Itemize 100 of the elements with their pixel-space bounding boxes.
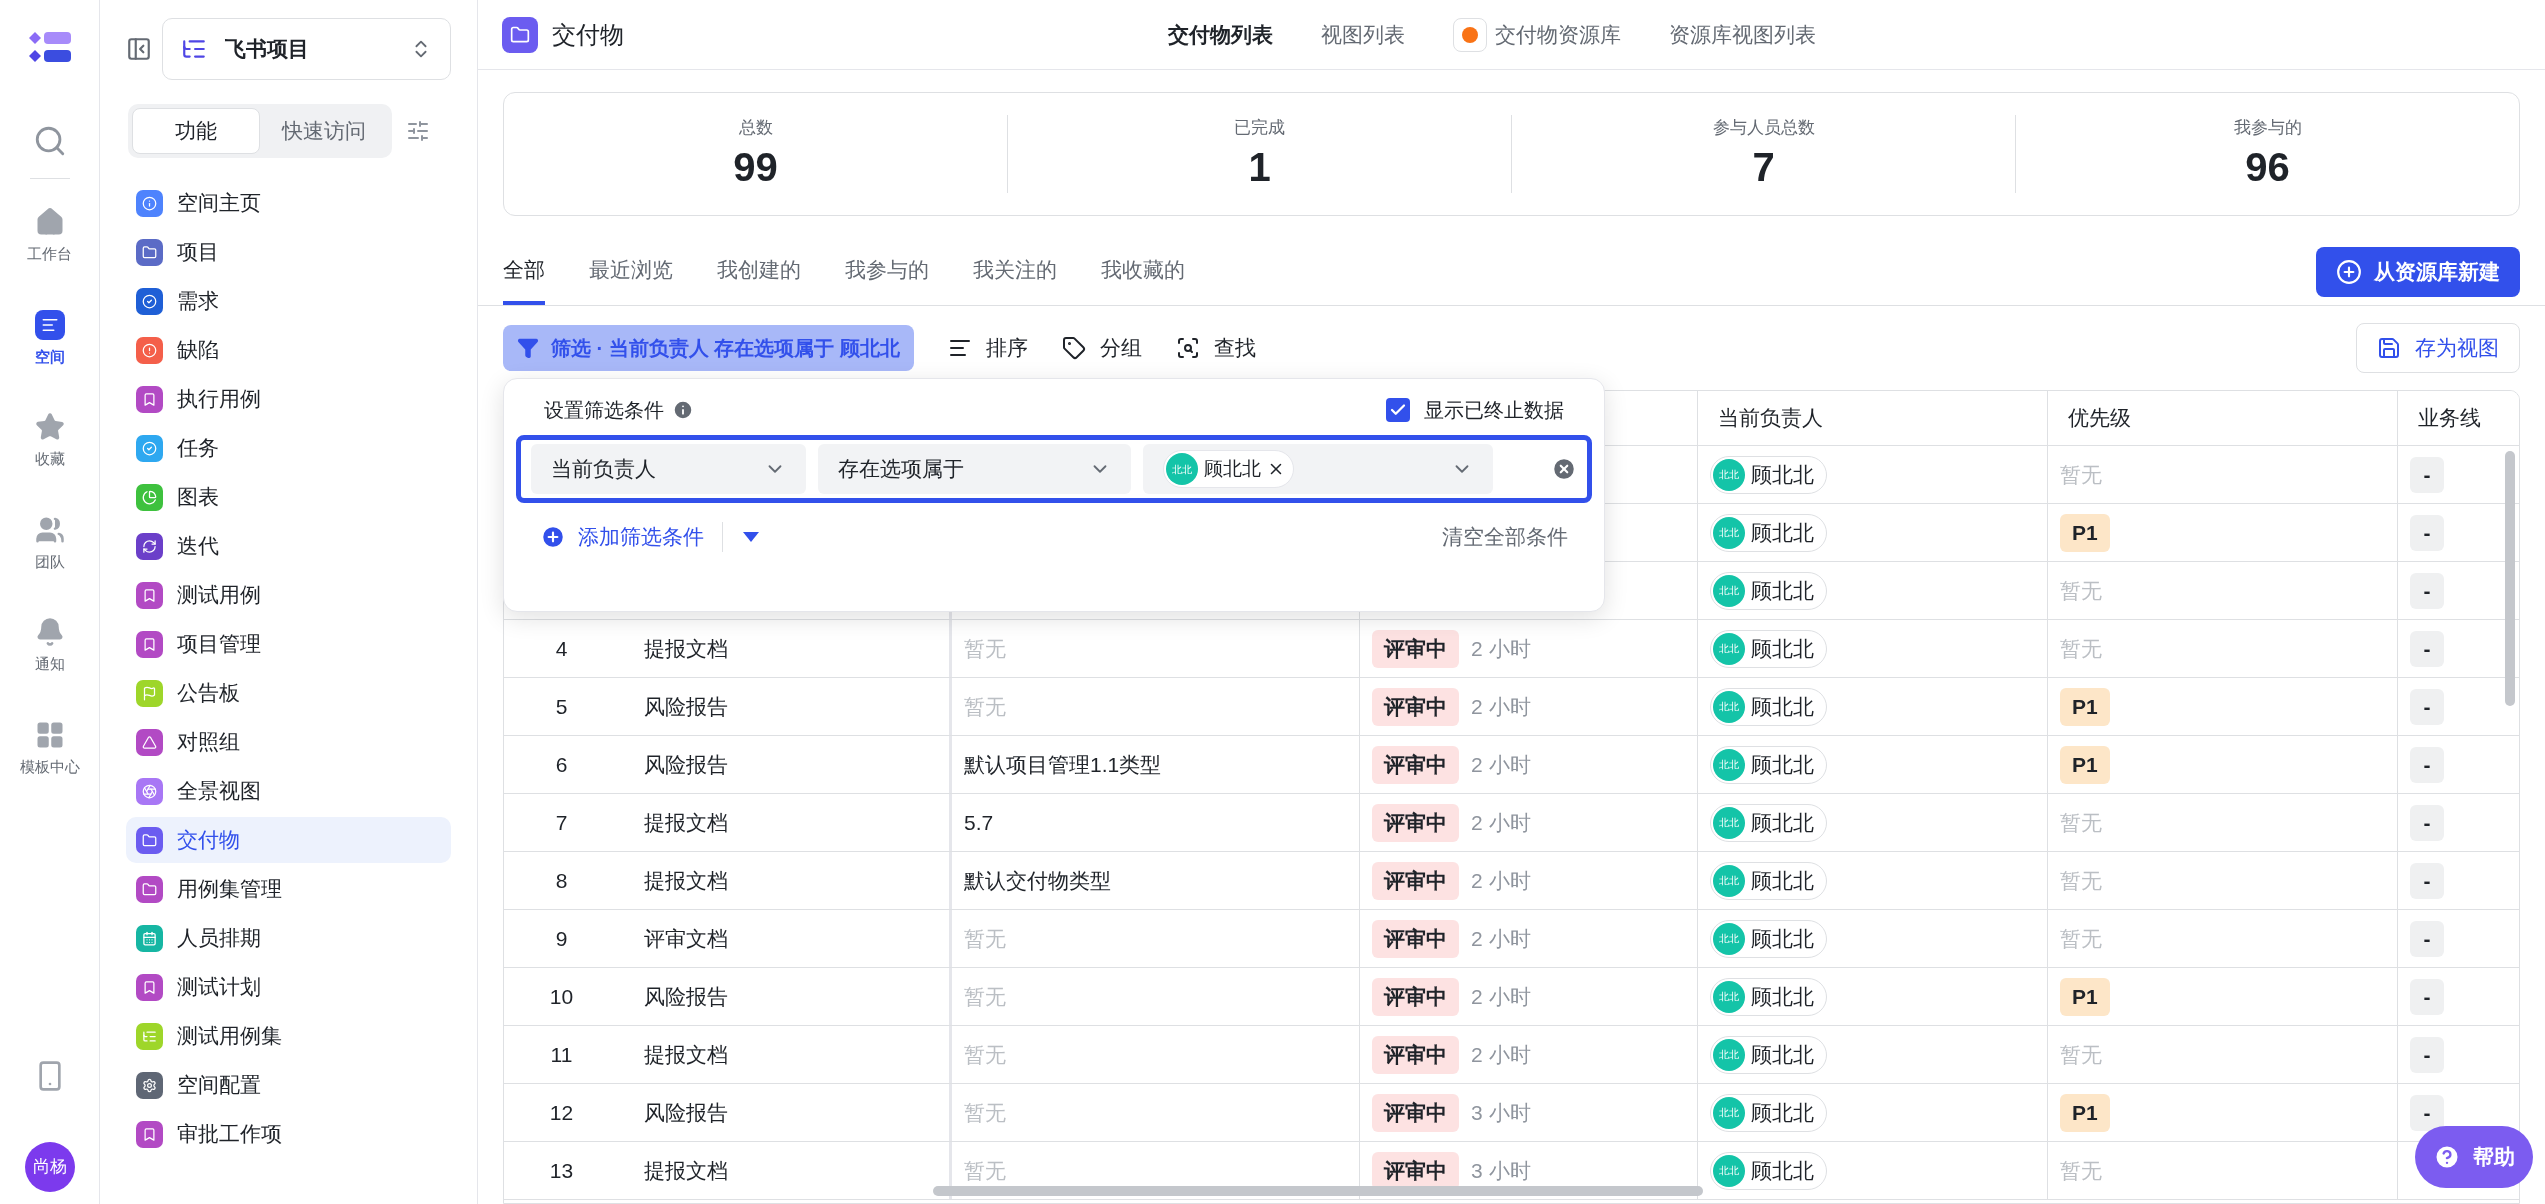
priority-empty: 暂无 <box>2060 867 2102 894</box>
table-cell-text: 提报文档 <box>644 809 728 836</box>
table-cell-text: 暂无 <box>964 693 1006 720</box>
settings-icon[interactable] <box>406 119 430 143</box>
nav-item[interactable]: 执行用例 <box>126 376 451 422</box>
popup-title: 设置筛选条件 <box>544 398 664 423</box>
nav-item[interactable]: 审批工作项 <box>126 1111 451 1157</box>
user-avatar: 北北 <box>1713 632 1745 665</box>
nav-item[interactable]: 需求 <box>126 278 451 324</box>
stat-label: 总数 <box>738 117 773 140</box>
row-number: 6 <box>555 751 568 778</box>
priority-empty: 暂无 <box>2060 577 2102 604</box>
nav-item[interactable]: 迭代 <box>126 523 451 569</box>
stat-value: 99 <box>733 143 778 191</box>
add-filter-button[interactable]: 添加筛选条件 <box>540 521 704 553</box>
row-number: 12 <box>549 1099 574 1126</box>
nav-item[interactable]: 用例集管理 <box>126 866 451 912</box>
user-avatar: 北北 <box>1713 458 1745 491</box>
nav-item[interactable]: 缺陷 <box>126 327 451 373</box>
toolbar-button[interactable]: 排序 <box>947 332 1028 364</box>
status-tag: 评审中 <box>1372 861 1459 900</box>
vertical-scrollbar[interactable] <box>2505 451 2515 706</box>
view-tab[interactable]: 我收藏的 <box>1101 238 1185 305</box>
show-terminated-checkbox[interactable]: 显示已终止数据 <box>1386 395 1564 425</box>
row-number: 4 <box>555 635 568 662</box>
column-header: 当前负责人 <box>1697 391 2047 445</box>
delete-condition-icon[interactable] <box>1551 456 1577 482</box>
user-avatar: 北北 <box>1713 1038 1745 1071</box>
view-tab[interactable]: 最近浏览 <box>589 238 673 305</box>
header-tab[interactable]: 视图列表 <box>1321 18 1405 51</box>
toolbar-button[interactable]: 分组 <box>1061 332 1142 364</box>
nav-item[interactable]: 图表 <box>126 474 451 520</box>
header-tab[interactable]: 交付物列表 <box>1168 18 1273 51</box>
user-avatar: 北北 <box>1713 980 1745 1013</box>
nav-item[interactable]: 全景视图 <box>126 768 451 814</box>
segment-tab[interactable]: 功能 <box>132 108 260 154</box>
nav-item[interactable]: 人员排期 <box>126 915 451 961</box>
nav-item[interactable]: 测试用例集 <box>126 1013 451 1059</box>
business-tag: - <box>2410 688 2444 725</box>
field-select[interactable]: 当前负责人 <box>531 444 806 494</box>
user-avatar: 北北 <box>1166 453 1198 485</box>
rail-item[interactable]: 团队 <box>4 506 95 581</box>
collapse-icon[interactable] <box>126 36 152 62</box>
save-view-button[interactable]: 存为视图 <box>2356 323 2520 373</box>
table-cell-text: 提报文档 <box>644 635 728 662</box>
horizontal-scrollbar[interactable] <box>933 1186 1703 1196</box>
priority-empty: 暂无 <box>2060 1041 2102 1068</box>
nav-item[interactable]: 空间主页 <box>126 180 451 226</box>
header-tab[interactable]: 交付物资源库 <box>1453 17 1621 52</box>
stat-value: 1 <box>1248 143 1271 191</box>
dropdown-icon[interactable] <box>741 529 761 544</box>
table-cell-text: 暂无 <box>964 1157 1006 1184</box>
segment-tab[interactable]: 快速访问 <box>260 108 388 154</box>
header-tab[interactable]: 资源库视图列表 <box>1669 18 1816 51</box>
priority-empty: 暂无 <box>2060 461 2102 488</box>
help-button[interactable]: 帮助 <box>2415 1126 2533 1188</box>
value-select[interactable]: 北北 顾北北 <box>1143 444 1493 494</box>
rail-item[interactable]: 通知 <box>4 609 95 684</box>
view-tab[interactable]: 全部 <box>503 238 545 305</box>
table-cell-text: 提报文档 <box>644 867 728 894</box>
duration-text: 2 小时 <box>1471 867 1531 894</box>
view-tab[interactable]: 我创建的 <box>717 238 801 305</box>
folder-icon <box>502 16 538 53</box>
nav-item[interactable]: 交付物 <box>126 817 451 863</box>
business-tag: - <box>2410 572 2444 609</box>
clear-conditions-button[interactable]: 清空全部条件 <box>1442 521 1568 553</box>
row-number: 9 <box>555 925 568 952</box>
nav-item[interactable]: 测试计划 <box>126 964 451 1010</box>
rail-item[interactable]: 收藏 <box>4 404 95 479</box>
business-tag: - <box>2410 804 2444 841</box>
row-number: 7 <box>555 809 568 836</box>
space-icon <box>34 309 65 340</box>
nav-item[interactable]: 对照组 <box>126 719 451 765</box>
view-tab[interactable]: 我关注的 <box>973 238 1057 305</box>
toolbar-button[interactable]: 查找 <box>1175 332 1256 364</box>
rail-item[interactable]: 空间 <box>4 301 95 376</box>
nav-item[interactable]: 测试用例 <box>126 572 451 618</box>
rail-item[interactable]: 工作台 <box>4 199 95 274</box>
status-tag: 评审中 <box>1372 919 1459 958</box>
business-tag: - <box>2410 920 2444 957</box>
nav-item[interactable]: 任务 <box>126 425 451 471</box>
duration-text: 2 小时 <box>1471 1041 1531 1068</box>
new-from-library-button[interactable]: 从资源库新建 <box>2316 246 2520 297</box>
rail-icon <box>34 412 65 442</box>
nav-item[interactable]: 公告板 <box>126 670 451 716</box>
project-selector[interactable]: 飞书项目 <box>162 18 451 80</box>
checkbox[interactable] <box>1386 398 1410 422</box>
user-avatar[interactable]: 尚杨 <box>24 1142 75 1192</box>
business-tag: - <box>2410 1036 2444 1073</box>
nav-item[interactable]: 空间配置 <box>126 1062 451 1108</box>
tag-icon <box>1061 336 1086 360</box>
view-tab[interactable]: 我参与的 <box>845 238 929 305</box>
business-tag: - <box>2410 978 2444 1015</box>
operator-select[interactable]: 存在选项属于 <box>818 444 1131 494</box>
table-cell-text: 暂无 <box>964 1041 1006 1068</box>
nav-item[interactable]: 项目 <box>126 229 451 275</box>
priority-tag: P1 <box>2060 513 2110 552</box>
nav-item[interactable]: 项目管理 <box>126 621 451 667</box>
stat-label: 已完成 <box>1234 117 1285 140</box>
rail-item[interactable]: 模板中心 <box>4 711 95 786</box>
